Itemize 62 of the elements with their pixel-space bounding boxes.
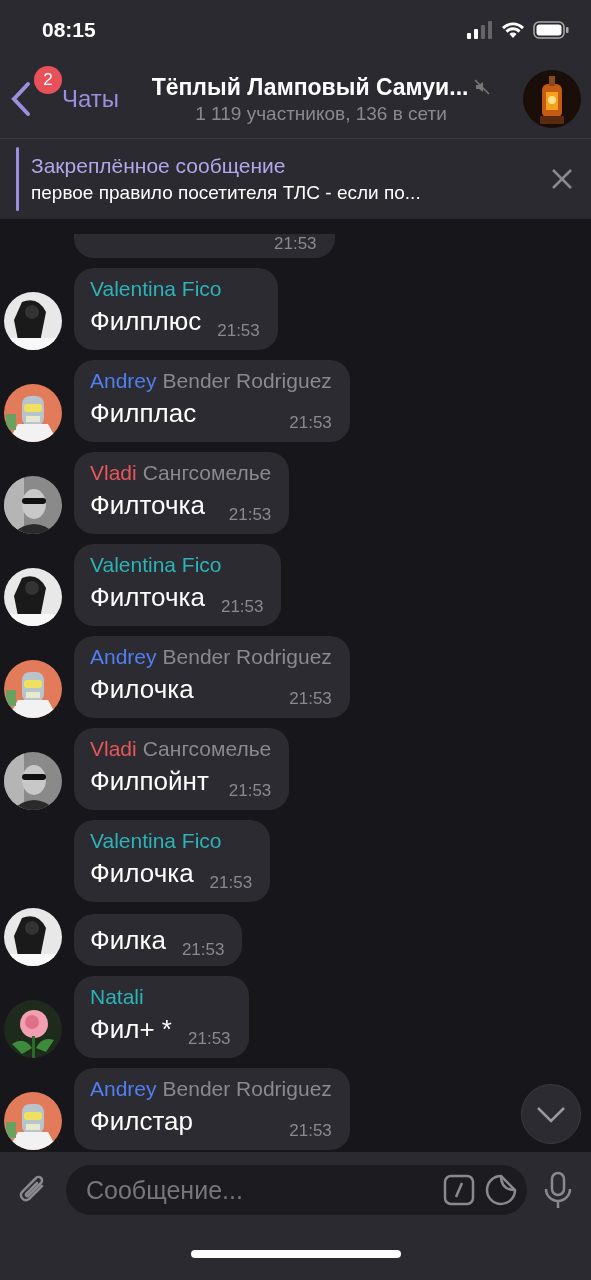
message-text: Филточка (90, 581, 205, 614)
author-name: Valentina Fico (90, 276, 222, 301)
wifi-icon (501, 21, 525, 39)
battery-icon (533, 21, 569, 39)
message-input[interactable]: Сообщение... (66, 1165, 527, 1215)
message-text: Филочка (90, 857, 194, 890)
author-name: Valentina Fico (90, 552, 222, 577)
author-name: Andrey (90, 644, 157, 669)
command-icon[interactable] (443, 1174, 475, 1206)
message-time: 21:53 (188, 1029, 231, 1049)
message-text: Фил+ * (90, 1013, 172, 1046)
message-text: Филка (90, 924, 166, 957)
unread-badge: 2 (34, 66, 62, 94)
message-time: 21:53 (217, 321, 260, 341)
message-time: 21:53 (209, 873, 253, 893)
message-time: 21:53 (228, 505, 272, 525)
message-bubble[interactable]: Andrey Bender Rodriguez Филплас 21:53 (74, 360, 350, 442)
author-title: Сангсомелье (142, 460, 272, 485)
author-name: Valentina Fico (90, 828, 222, 853)
chevron-down-icon[interactable] (536, 1105, 566, 1123)
chat-title[interactable]: Тёплый Ламповый Самуи... (151, 73, 469, 101)
message-time: 21:53 (274, 234, 317, 254)
message-text: Филплас (90, 397, 197, 430)
pinned-title[interactable]: Закреплённое сообщение (31, 154, 551, 178)
author-name: Andrey (90, 368, 157, 393)
microphone-icon[interactable] (543, 1171, 573, 1209)
author-title: Bender Rodriguez (162, 644, 332, 669)
chevron-left-icon[interactable] (10, 81, 32, 117)
message-bubble[interactable]: Valentina Fico Филочка 21:53 (74, 820, 271, 902)
pinned-message[interactable]: первое правило посетителя ТЛС - если по... (31, 182, 551, 204)
message-time: 21:53 (289, 689, 332, 709)
message-bubble[interactable]: Vladi Сангсомелье Филточка 21:53 (74, 452, 290, 534)
author-name: Vladi (90, 460, 137, 485)
message-text: Филточка (90, 489, 205, 522)
message-text: Филстар (90, 1105, 193, 1138)
author-title: Bender Rodriguez (162, 1076, 332, 1101)
sticker-icon[interactable] (485, 1174, 517, 1206)
author-title: Сангсомелье (142, 736, 272, 761)
close-icon[interactable] (551, 168, 573, 190)
signal-icon (467, 21, 493, 39)
author-title: Bender Rodriguez (162, 368, 332, 393)
member-count: 1 119 участников, 136 в сети (195, 102, 447, 125)
message-bubble[interactable]: Andrey Bender Rodriguez Филстар 21:53 (74, 1068, 350, 1150)
author-name: Vladi (90, 736, 137, 761)
message-time: 21:53 (289, 1121, 332, 1141)
message-time: 21:53 (228, 781, 272, 801)
message-text: Филочка (90, 673, 194, 706)
author-name: Andrey (90, 1076, 157, 1101)
message-bubble[interactable]: 21:53 (74, 234, 335, 258)
message-time: 21:53 (181, 940, 225, 960)
status-time: 08:15 (42, 18, 96, 42)
message-time: 21:53 (220, 597, 264, 617)
message-bubble[interactable]: Vladi Сангсомелье Филпойнт 21:53 (74, 728, 290, 810)
message-text: Филплюс (90, 305, 202, 338)
message-bubble[interactable]: Valentina Fico Филточка 21:53 (74, 544, 282, 626)
message-text: Филпойнт (90, 765, 209, 798)
message-bubble[interactable]: Andrey Bender Rodriguez Филочка 21:53 (74, 636, 350, 718)
message-bubble[interactable]: Филка 21:53 (74, 914, 243, 966)
message-bubble[interactable]: Valentina Fico Филплюс 21:53 (74, 268, 278, 350)
author-name: Natali (90, 984, 144, 1009)
message-time: 21:53 (289, 413, 332, 433)
message-bubble[interactable]: Natali Фил+ * 21:53 (74, 976, 249, 1058)
